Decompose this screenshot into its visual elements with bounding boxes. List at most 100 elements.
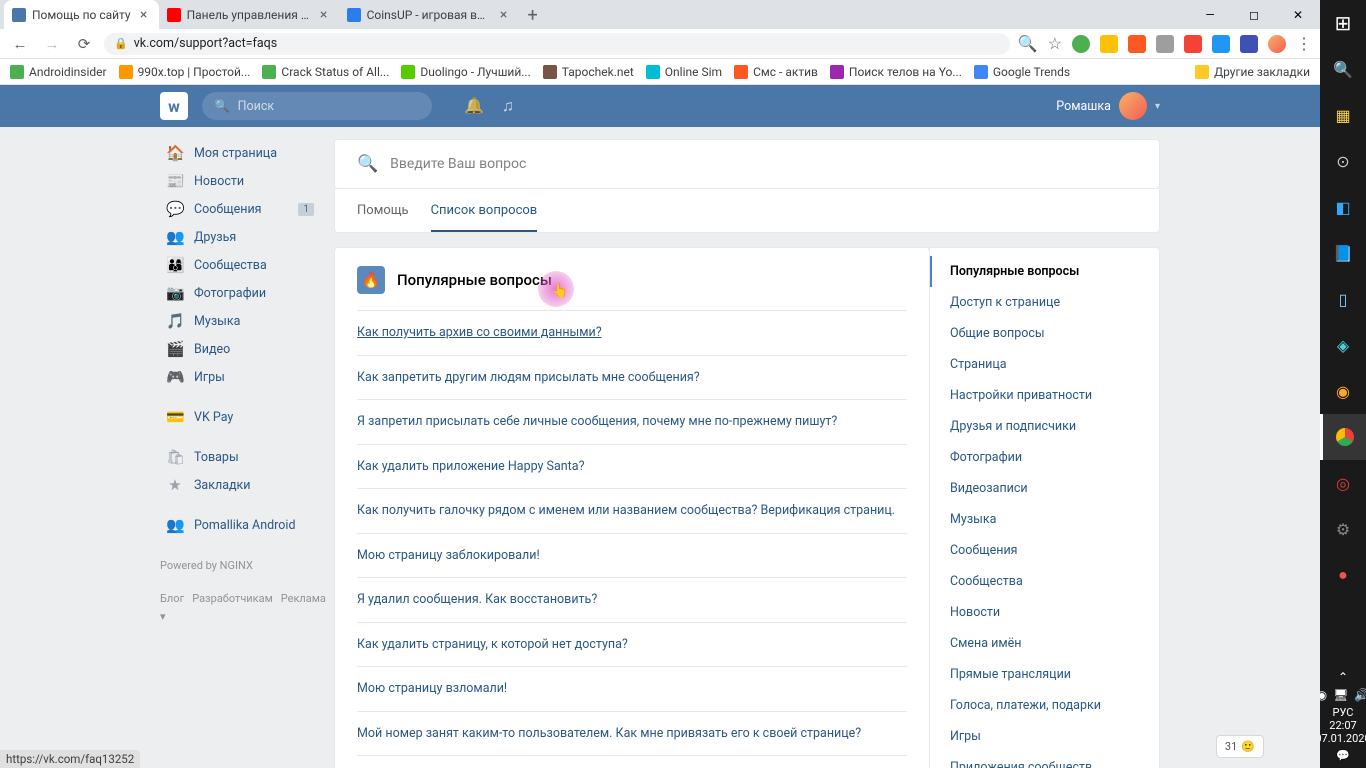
bookmark-item[interactable]: Online Sim (646, 65, 722, 79)
category-item[interactable]: Сообщения (930, 535, 1159, 566)
system-time[interactable]: 22:07 (1329, 719, 1356, 732)
category-item[interactable]: Приложения сообществ (930, 752, 1159, 768)
question-link[interactable]: Что делать, если я забыл пароль? (357, 755, 907, 768)
tab-help[interactable]: Помощь (357, 189, 409, 232)
question-link[interactable]: Как удалить приложение Happy Santa? (357, 444, 907, 489)
extension-icon[interactable] (1212, 35, 1230, 53)
browser-tab[interactable]: CoinsUP - игровая валюта, пре × (339, 0, 519, 29)
menu-icon[interactable]: ⋮ (1296, 34, 1312, 53)
task-app-6[interactable]: ◈ (1320, 322, 1366, 368)
sidebar-nav-item[interactable]: 🎵Музыка (160, 307, 320, 335)
notifications-bell-icon[interactable]: 🔔 (464, 96, 484, 116)
task-app-2[interactable]: ⊙ (1320, 138, 1366, 184)
question-link[interactable]: Я удалил сообщения. Как восстановить? (357, 577, 907, 622)
bookmark-item[interactable]: Google Trends (974, 65, 1070, 79)
question-link[interactable]: Как запретить другим людям присылать мне… (357, 355, 907, 400)
other-bookmarks-button[interactable]: Другие закладки (1195, 65, 1310, 79)
sidebar-nav-item[interactable]: 🎮Игры (160, 363, 320, 391)
task-app-10[interactable]: ⚙ (1320, 506, 1366, 552)
category-item[interactable]: Сообщества (930, 566, 1159, 597)
category-item[interactable]: Смена имён (930, 628, 1159, 659)
sidebar-nav-item[interactable]: 💳VK Pay (160, 403, 320, 431)
tab-close-icon[interactable]: × (137, 8, 151, 22)
bookmark-item[interactable]: Поиск телов на Yo... (830, 65, 962, 79)
extension-icon[interactable] (1184, 35, 1202, 53)
footer-link[interactable]: Блог (160, 592, 184, 605)
extension-icon[interactable] (1128, 35, 1146, 53)
music-icon[interactable]: ♫ (502, 96, 514, 116)
category-item[interactable]: Фотографии (930, 442, 1159, 473)
sidebar-nav-item[interactable]: 🛍Товары (160, 443, 320, 471)
tab-close-icon[interactable]: × (317, 8, 331, 22)
sidebar-nav-item[interactable]: ★Закладки (160, 471, 320, 499)
sidebar-nav-item[interactable]: 🎬Видео (160, 335, 320, 363)
question-link[interactable]: Как получить архив со своими данными? (357, 310, 907, 355)
tab-close-icon[interactable]: × (497, 8, 511, 22)
category-item[interactable]: Общие вопросы (930, 318, 1159, 349)
vk-logo-icon[interactable]: w (160, 92, 188, 120)
minimize-button[interactable]: — (1188, 0, 1232, 29)
url-input[interactable]: 🔒 vk.com/support?act=faqs (104, 33, 1010, 55)
extension-icon[interactable] (1156, 35, 1174, 53)
category-item[interactable]: Друзья и подписчики (930, 411, 1159, 442)
category-item[interactable]: Страница (930, 349, 1159, 380)
windows-start-button[interactable]: ⊞ (1320, 0, 1366, 46)
task-app-7[interactable]: ◉ (1320, 368, 1366, 414)
notifications-icon[interactable]: 💬 (1336, 749, 1350, 762)
system-tray[interactable]: ⌃ ◉🖥🔊 РУС 22:07 07.01.2020 💬 (1315, 670, 1366, 768)
close-button[interactable]: ✕ (1276, 0, 1320, 29)
question-link[interactable]: Мой номер занят каким-то пользователем. … (357, 711, 907, 756)
bookmark-item[interactable]: Duolingo - Лучший... (401, 65, 530, 79)
category-item[interactable]: Настройки приватности (930, 380, 1159, 411)
footer-link[interactable]: Реклама (281, 592, 326, 605)
extension-icon[interactable] (1100, 35, 1118, 53)
new-tab-button[interactable]: + (519, 1, 547, 29)
bookmark-item[interactable]: Смс - актив (734, 65, 818, 79)
category-item[interactable]: Голоса, платежи, подарки (930, 690, 1159, 721)
reload-button[interactable]: ⟳ (72, 32, 96, 56)
faq-search-input[interactable] (390, 156, 1137, 172)
search-icon[interactable]: 🔍 (1320, 46, 1366, 92)
category-item[interactable]: Доступ к странице (930, 287, 1159, 318)
sidebar-nav-item[interactable]: 👨‍👩‍👦Сообщества (160, 251, 320, 279)
task-app-11[interactable]: ● (1320, 552, 1366, 598)
question-link[interactable]: Как удалить страницу, к которой нет дост… (357, 622, 907, 667)
footer-link[interactable]: Разработчикам (192, 592, 273, 605)
extension-icon[interactable] (1240, 35, 1258, 53)
question-link[interactable]: Я запретил присылать себе личные сообщен… (357, 399, 907, 444)
sidebar-nav-item[interactable]: 💬Сообщения1 (160, 195, 320, 223)
vk-search-input[interactable]: 🔍 Поиск (202, 92, 432, 120)
bookmark-item[interactable]: Androidinsider (10, 65, 107, 79)
task-app-5[interactable]: ▯ (1320, 276, 1366, 322)
bookmark-item[interactable]: Crack Status of All... (262, 65, 389, 79)
zoom-icon[interactable]: 🔍 (1018, 34, 1038, 53)
category-item[interactable]: Музыка (930, 504, 1159, 535)
system-language[interactable]: РУС (1333, 706, 1354, 719)
question-link[interactable]: Как получить галочку рядом с именем или … (357, 488, 907, 533)
sidebar-nav-item[interactable]: 👥Друзья (160, 223, 320, 251)
back-button[interactable]: ← (8, 32, 32, 56)
browser-tab[interactable]: Панель управления каналом - × (159, 0, 339, 29)
task-photoshop-icon[interactable]: ◧ (1320, 184, 1366, 230)
task-chrome-icon[interactable] (1320, 414, 1366, 460)
category-item[interactable]: Популярные вопросы (930, 256, 1159, 287)
sidebar-nav-item[interactable]: 🏠Моя страница (160, 139, 320, 167)
profile-avatar-icon[interactable] (1268, 35, 1286, 53)
task-app-1[interactable]: ▦ (1320, 92, 1366, 138)
category-item[interactable]: Прямые трансляции (930, 659, 1159, 690)
star-icon[interactable]: ☆ (1048, 34, 1062, 53)
sidebar-nav-item[interactable]: 📷Фотографии (160, 279, 320, 307)
sidebar-nav-item[interactable]: 👥Pomallika Android (160, 511, 320, 539)
bookmark-item[interactable]: 990x.top | Простой... (119, 65, 251, 79)
question-link[interactable]: Мою страницу взломали! (357, 666, 907, 711)
maximize-button[interactable]: ◻ (1232, 0, 1276, 29)
category-item[interactable]: Новости (930, 597, 1159, 628)
user-menu[interactable]: Ромашка ▾ (1056, 92, 1160, 120)
bookmark-item[interactable]: Tapochek.net (543, 65, 634, 79)
forward-button[interactable]: → (40, 32, 64, 56)
category-item[interactable]: Игры (930, 721, 1159, 752)
tab-questions-list[interactable]: Список вопросов (431, 189, 538, 232)
question-link[interactable]: Мою страницу заблокировали! (357, 533, 907, 578)
task-app-4[interactable]: 📘 (1320, 230, 1366, 276)
sidebar-nav-item[interactable]: 📰Новости (160, 167, 320, 195)
